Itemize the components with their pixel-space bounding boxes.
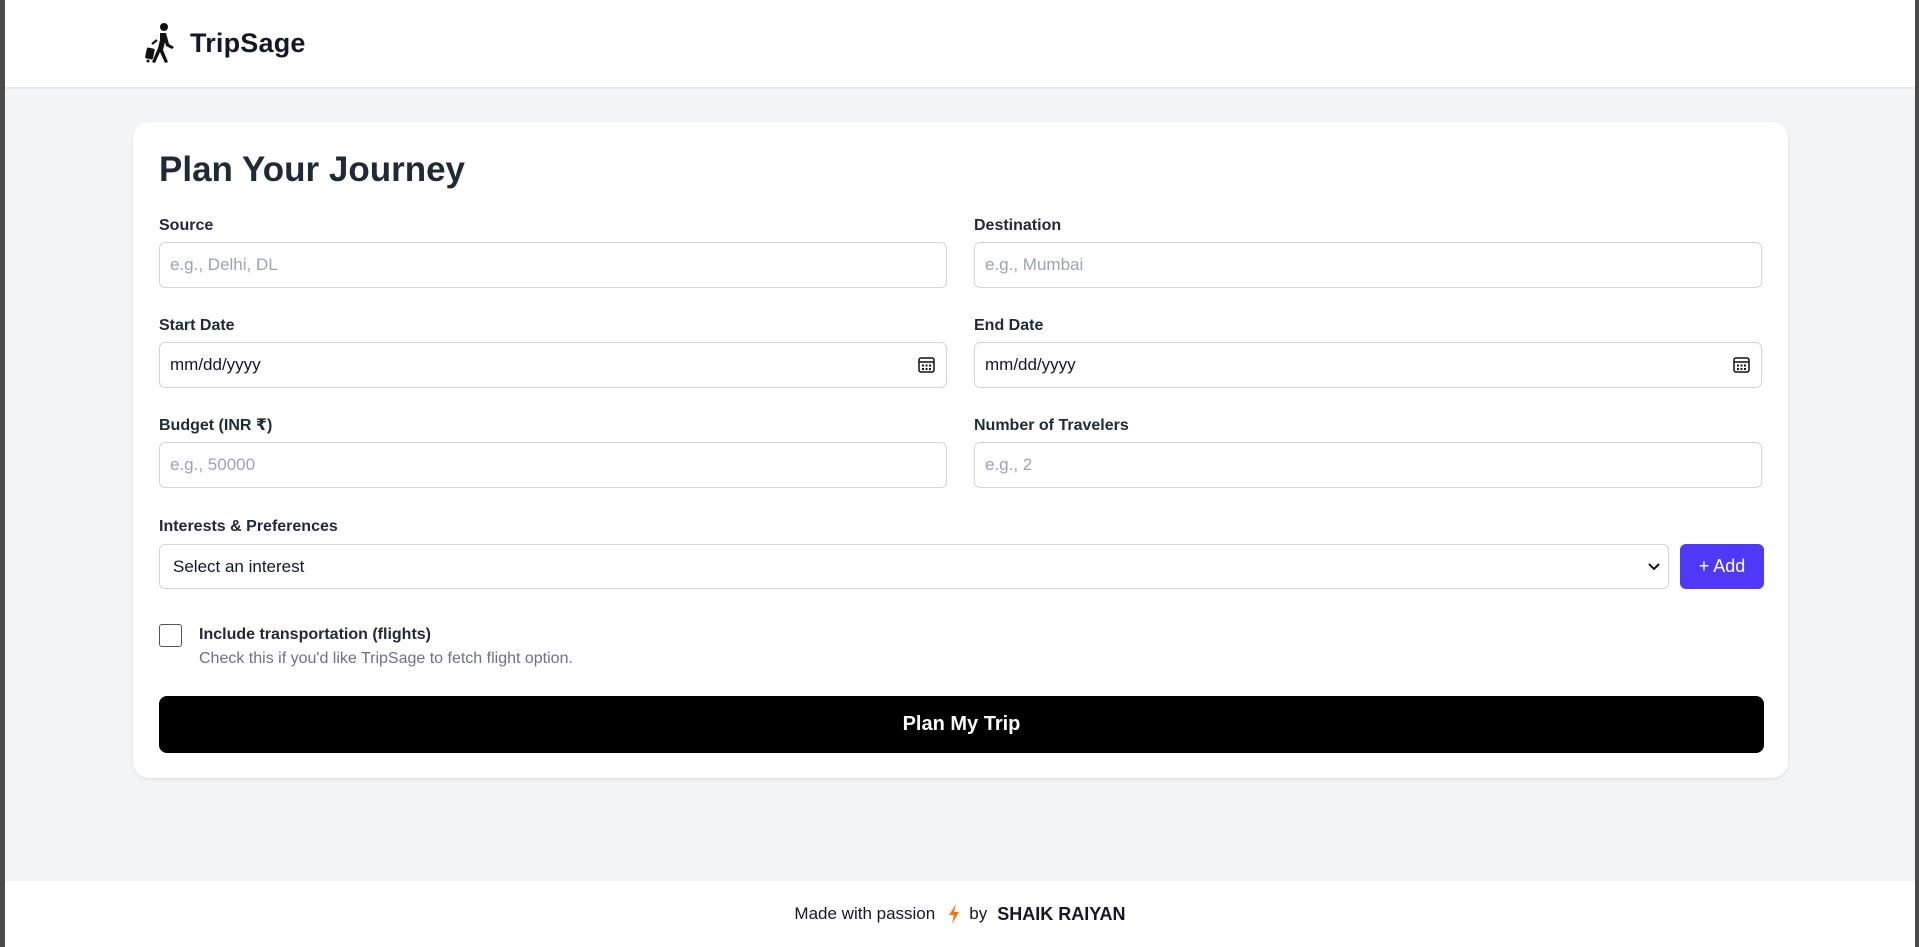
end-date-field: End Date mm/dd/yyyy [974,316,1762,388]
end-date-label: End Date [974,317,1044,334]
end-date-value: mm/dd/yyyy [985,355,1076,374]
interest-select[interactable]: Select an interest [159,544,1669,589]
add-interest-button[interactable]: + Add [1680,544,1764,589]
interest-select-value: Select an interest [173,556,305,576]
app-window: TripSage Plan Your Journey Source Destin… [5,0,1915,947]
calendar-icon[interactable] [918,356,935,373]
interests-label: Interests & Preferences [159,518,338,535]
plan-trip-button[interactable]: Plan My Trip [159,696,1764,753]
brand-name: TripSage [190,27,306,58]
calendar-icon[interactable] [1733,356,1750,373]
lightning-bolt-icon [949,904,960,924]
brand[interactable]: TripSage [140,22,306,64]
budget-input[interactable] [159,442,947,488]
end-date-input[interactable]: mm/dd/yyyy [974,342,1762,388]
footer: Made with passion by SHAIK RAIYAN [5,881,1915,947]
source-label: Source [159,217,214,234]
traveler-with-luggage-icon [145,23,174,63]
start-date-value: mm/dd/yyyy [170,355,261,374]
chevron-down-icon [1648,563,1660,571]
start-date-input[interactable]: mm/dd/yyyy [159,342,947,388]
travelers-field: Number of Travelers [974,416,1762,488]
footer-author: SHAIK RAIYAN [997,903,1126,924]
page-title: Plan Your Journey [159,150,466,189]
footer-prefix: Made with passion [794,904,936,923]
destination-field: Destination [974,216,1762,288]
destination-label: Destination [974,217,1062,234]
transport-checkbox[interactable] [159,624,182,647]
destination-input[interactable] [974,242,1762,288]
start-date-field: Start Date mm/dd/yyyy [159,316,947,388]
start-date-label: Start Date [159,317,235,334]
top-navbar: TripSage [5,0,1915,88]
travelers-label: Number of Travelers [974,417,1129,434]
budget-field: Budget (INR ₹) [159,416,947,488]
source-field: Source [159,216,947,288]
travelers-input[interactable] [974,442,1762,488]
budget-label: Budget (INR ₹) [159,417,273,434]
trip-form-card: Plan Your Journey Source Destination Sta… [133,122,1788,778]
source-input[interactable] [159,242,947,288]
transport-label[interactable]: Include transportation (flights) [199,626,431,644]
transport-help-text: Check this if you'd like TripSage to fet… [199,650,573,667]
footer-by: by [969,904,988,923]
